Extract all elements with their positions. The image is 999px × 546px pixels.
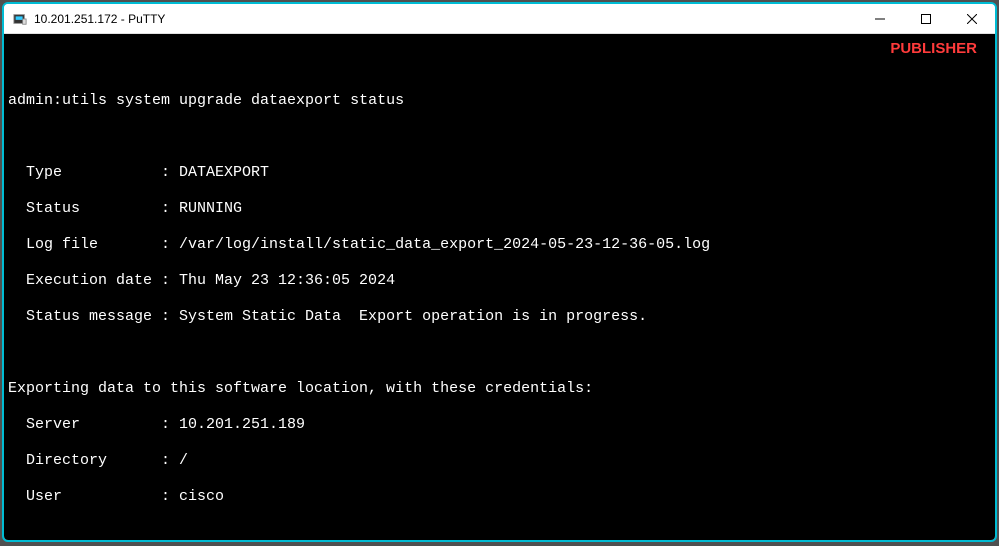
minimize-button[interactable] (857, 4, 903, 34)
user-line: User : cisco (8, 488, 991, 506)
putty-icon (12, 11, 28, 27)
titlebar[interactable]: 10.201.251.172 - PuTTY (4, 4, 995, 34)
command-text: utils system upgrade dataexport status (62, 92, 404, 109)
publisher-label: PUBLISHER (890, 40, 977, 58)
directory-line: Directory : / (8, 452, 991, 470)
terminal-area[interactable]: PUBLISHER admin:utils system upgrade dat… (4, 34, 995, 540)
statusmsg-line: Status message : System Static Data Expo… (8, 308, 991, 326)
blank-line (8, 128, 991, 146)
status-line: Status : RUNNING (8, 200, 991, 218)
type-line: Type : DATAEXPORT (8, 164, 991, 182)
server-line: Server : 10.201.251.189 (8, 416, 991, 434)
blank-line (8, 524, 991, 540)
export-header: Exporting data to this software location… (8, 380, 991, 398)
prompt: admin: (8, 92, 62, 109)
putty-window: 10.201.251.172 - PuTTY PUBLISHER admin:u… (2, 2, 997, 542)
logfile-line: Log file : /var/log/install/static_data_… (8, 236, 991, 254)
window-title: 10.201.251.172 - PuTTY (34, 12, 165, 26)
blank-line (8, 344, 991, 362)
maximize-button[interactable] (903, 4, 949, 34)
cmd-line-1: admin:utils system upgrade dataexport st… (8, 92, 991, 110)
execdate-line: Execution date : Thu May 23 12:36:05 202… (8, 272, 991, 290)
close-button[interactable] (949, 4, 995, 34)
